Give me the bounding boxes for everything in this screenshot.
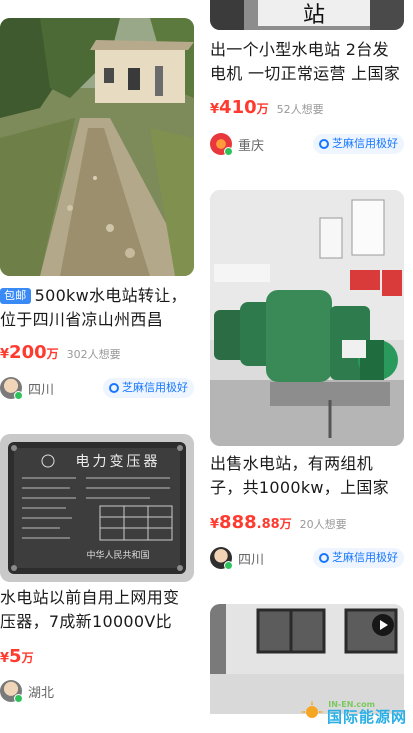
price-currency: ¥ <box>0 651 10 666</box>
dirt-road-building-photo <box>0 18 194 276</box>
seller-row[interactable]: 四川 芝麻信用极好 <box>210 545 404 571</box>
listing-title[interactable]: 包邮 500kw水电站转让，位于四川省凉山州西昌 <box>0 284 194 332</box>
listing-title[interactable]: 出一个小型水电站 2台发电机 一切正常运营 上国家 <box>210 38 404 86</box>
in-en-logo-icon <box>299 700 324 718</box>
avatar[interactable] <box>210 133 233 156</box>
wants-count: 302人想要 <box>66 348 121 361</box>
price-row: ¥ 410 万 52人想要 <box>210 97 324 119</box>
sesame-credit-icon <box>109 383 119 393</box>
nameplate-heading: 电力变压器 <box>76 454 161 470</box>
listing-image[interactable] <box>0 18 194 276</box>
video-play-icon[interactable] <box>372 614 394 636</box>
seller-row[interactable]: 湖北 <box>0 678 194 704</box>
price-currency: ¥ <box>210 517 220 532</box>
avatar[interactable] <box>210 547 233 570</box>
listing-image[interactable] <box>210 190 404 446</box>
seller-city: 四川 <box>238 552 265 568</box>
credit-badge: 芝麻信用极好 <box>313 548 404 568</box>
seller-city: 重庆 <box>238 138 265 154</box>
listing-card[interactable]: 电力变压器 中华人民共和国 水电站以前自用上网用变压器，7成新10000V比 ¥… <box>0 430 194 733</box>
price-currency: ¥ <box>210 102 220 117</box>
watermark-en: IN-EN.com <box>328 700 375 709</box>
transformer-nameplate-photo: 电力变压器 中华人民共和国 <box>0 434 194 582</box>
price-unit: 万 <box>256 102 269 116</box>
online-dot-icon <box>14 391 23 400</box>
seller-row[interactable]: 重庆 芝麻信用极好 <box>210 131 404 157</box>
wants-count: 20人想要 <box>299 518 347 531</box>
online-dot-icon <box>224 147 233 156</box>
online-dot-icon <box>224 561 233 570</box>
avatar[interactable] <box>0 377 23 400</box>
price-value: 888 <box>219 512 257 533</box>
free-shipping-badge: 包邮 <box>0 288 31 304</box>
hydro-station-sign-photo: 站 <box>210 0 404 30</box>
avatar[interactable] <box>0 680 23 703</box>
sesame-credit-icon <box>319 139 329 149</box>
price-currency: ¥ <box>0 347 10 362</box>
price-unit: 万 <box>46 347 59 361</box>
credit-badge: 芝麻信用极好 <box>103 378 194 398</box>
price-value: 5 <box>9 646 22 667</box>
watermark-cn: 国际能源网 <box>326 708 407 726</box>
credit-label: 芝麻信用极好 <box>332 137 398 150</box>
wants-count: 52人想要 <box>276 103 324 116</box>
sign-text: 站 <box>303 3 325 28</box>
listing-card[interactable]: 站 出一个小型水电站 2台发电机 一切正常运营 上国家 ¥ 410 万 52人想… <box>210 0 404 160</box>
price-unit: 万 <box>279 517 292 531</box>
credit-label: 芝麻信用极好 <box>332 551 398 564</box>
price-value: 200 <box>9 342 47 363</box>
online-dot-icon <box>14 694 23 703</box>
seller-city: 湖北 <box>28 685 55 701</box>
listing-card[interactable]: 出售水电站，有两组机子，共1000kw，上国家电 ¥ 888 .88 万 20人… <box>210 186 404 586</box>
listing-card[interactable]: 包邮 500kw水电站转让，位于四川省凉山州西昌 ¥ 200 万 302人想要 四… <box>0 0 194 410</box>
price-row: ¥ 5 万 <box>0 646 42 668</box>
credit-label: 芝麻信用极好 <box>122 381 188 394</box>
listing-title[interactable]: 水电站以前自用上网用变压器，7成新10000V比 <box>0 586 194 634</box>
seller-row[interactable]: 四川 芝麻信用极好 <box>0 375 194 401</box>
price-value: 410 <box>219 97 257 118</box>
price-decimal: .88 <box>256 517 280 532</box>
price-row: ¥ 200 万 302人想要 <box>0 342 121 364</box>
listing-title[interactable]: 出售水电站，有两组机子，共1000kw，上国家电 <box>210 452 404 500</box>
price-unit: 万 <box>21 651 34 665</box>
sesame-credit-icon <box>319 553 329 563</box>
credit-badge: 芝麻信用极好 <box>313 134 404 154</box>
listing-image[interactable]: 站 <box>210 0 404 30</box>
seller-city: 四川 <box>28 382 55 398</box>
generator-room-photo <box>210 190 404 446</box>
nameplate-footer: 中华人民共和国 <box>86 549 149 561</box>
price-row: ¥ 888 .88 万 20人想要 <box>210 512 347 534</box>
listing-image[interactable]: 电力变压器 中华人民共和国 <box>0 434 194 582</box>
